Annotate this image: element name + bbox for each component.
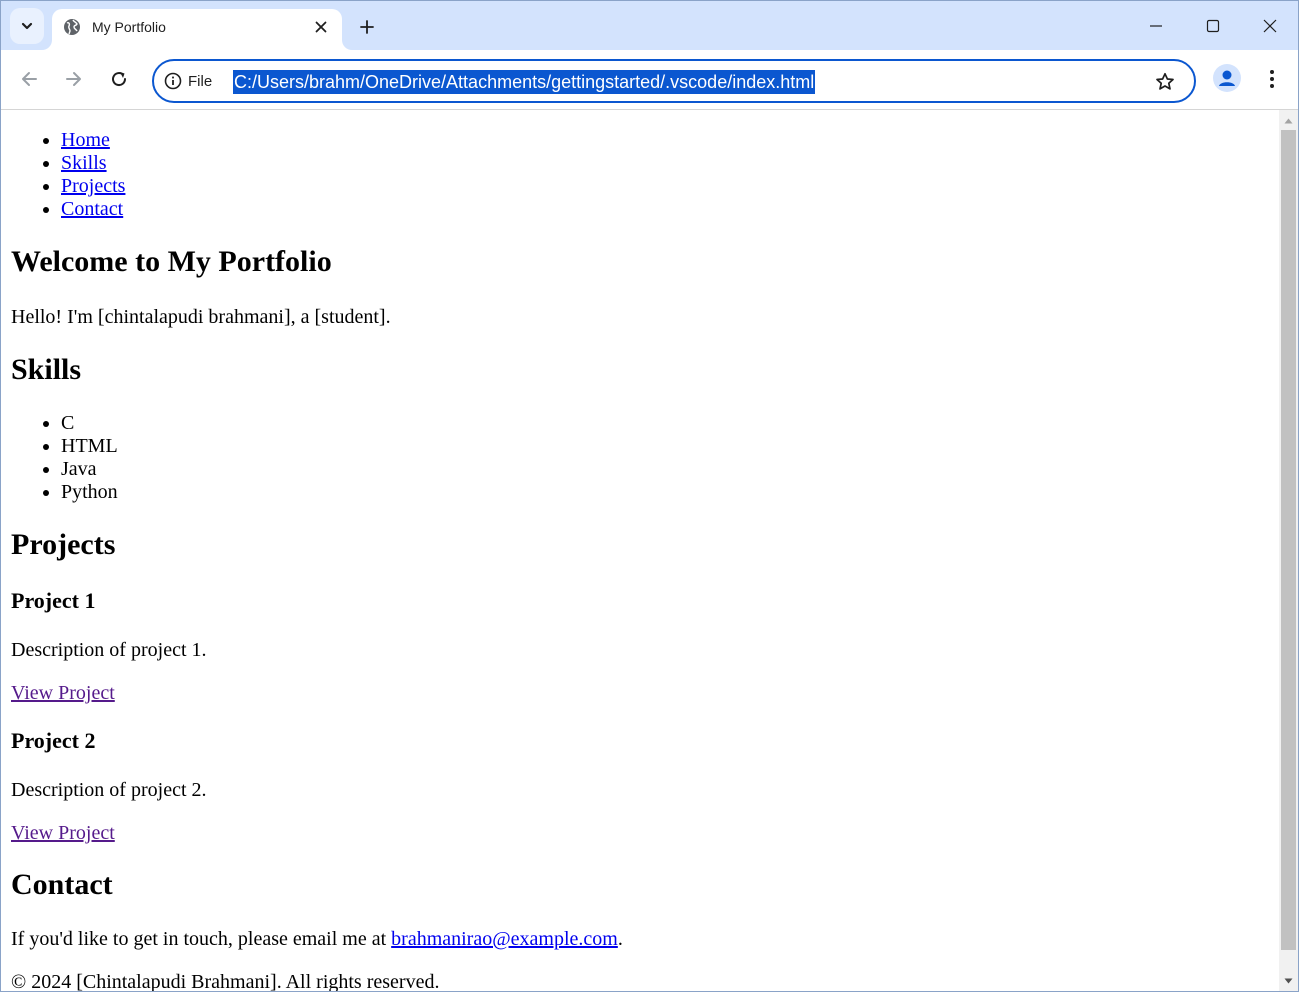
skills-heading: Skills <box>11 353 82 386</box>
nav-item: Skills <box>61 152 125 175</box>
scroll-down-button[interactable] <box>1279 972 1298 989</box>
intro-text: Hello! I'm [chintalapudi brahmani], a [s… <box>11 306 391 328</box>
address-bar[interactable]: File C:/Users/brahm/OneDrive/Attachments… <box>152 59 1196 103</box>
nav-link-skills[interactable]: Skills <box>61 152 107 174</box>
skill-item: HTML <box>61 435 118 458</box>
footer-text: © 2024 [Chintalapudi Brahmani]. All righ… <box>11 971 440 991</box>
maximize-button[interactable] <box>1193 7 1233 45</box>
reload-button[interactable] <box>104 64 134 94</box>
tab-search-icon <box>21 22 33 30</box>
profile-icon <box>1219 70 1235 86</box>
contact-suffix: . <box>617 928 623 950</box>
nav-link-home[interactable]: Home <box>61 129 110 151</box>
forward-arrow-icon <box>66 72 81 86</box>
skill-item: Python <box>61 481 118 504</box>
nav-link-contact[interactable]: Contact <box>61 198 123 220</box>
view-project-2-link[interactable]: View Project <box>11 822 115 844</box>
tab-strip: My Portfolio <box>1 1 1298 50</box>
nav-item: Home <box>61 129 125 152</box>
browser-toolbar: File C:/Users/brahm/OneDrive/Attachments… <box>1 50 1298 110</box>
email-link[interactable]: brahmanirao@example.com <box>391 928 618 950</box>
active-tab[interactable]: My Portfolio <box>52 9 342 50</box>
url-text[interactable]: C:/Users/brahm/OneDrive/Attachments/gett… <box>233 70 816 94</box>
globe-icon <box>64 19 80 35</box>
scroll-thumb[interactable] <box>1281 130 1296 950</box>
browser-menu-button[interactable] <box>1259 64 1285 94</box>
tab-search-button[interactable] <box>10 8 44 44</box>
window-close-button[interactable] <box>1250 7 1290 45</box>
star-icon <box>1156 72 1174 90</box>
minimize-button[interactable] <box>1136 7 1176 45</box>
plus-icon <box>360 20 374 34</box>
site-label: File <box>188 72 213 90</box>
new-tab-button[interactable] <box>353 13 381 41</box>
nav-link-projects[interactable]: Projects <box>61 175 125 197</box>
skills-list: C HTML Java Python <box>11 412 118 504</box>
scroll-down-icon <box>1284 978 1293 983</box>
more-vert-icon <box>1270 70 1274 88</box>
tab-title: My Portfolio <box>92 19 166 35</box>
project-1-description: Description of project 1. <box>11 639 207 661</box>
welcome-heading: Welcome to My Portfolio <box>11 245 332 278</box>
scroll-up-button[interactable] <box>1279 112 1298 129</box>
project-2-description: Description of project 2. <box>11 779 207 801</box>
project-1-title: Project 1 <box>11 588 96 613</box>
forward-button[interactable] <box>59 64 89 94</box>
contact-prefix: If you'd like to get in touch, please em… <box>11 928 392 950</box>
scroll-up-icon <box>1284 118 1293 123</box>
project-2-title: Project 2 <box>11 728 96 753</box>
tab-close-button[interactable] <box>310 16 332 38</box>
project-2-link-wrapper: View Project <box>11 822 115 845</box>
skill-item: Java <box>61 458 118 481</box>
nav-menu: Home Skills Projects Contact <box>11 129 125 221</box>
site-info-button[interactable]: File <box>164 71 212 91</box>
vertical-scrollbar[interactable] <box>1279 110 1298 991</box>
profile-button[interactable] <box>1213 64 1241 92</box>
projects-heading: Projects <box>11 528 116 561</box>
bookmark-button[interactable] <box>1154 71 1176 93</box>
contact-heading: Contact <box>11 868 113 901</box>
skill-item: C <box>61 412 118 435</box>
contact-text: If you'd like to get in touch, please em… <box>11 928 623 951</box>
maximize-icon <box>1206 19 1220 33</box>
project-1-link-wrapper: View Project <box>11 682 115 705</box>
browser-window: My Portfolio File C:/Users/brahm/OneDriv… <box>0 0 1299 992</box>
back-button[interactable] <box>14 64 44 94</box>
window-close-icon <box>1263 19 1277 33</box>
minimize-icon <box>1150 25 1162 27</box>
view-project-1-link[interactable]: View Project <box>11 682 115 704</box>
nav-item: Projects <box>61 175 125 198</box>
info-icon <box>164 72 182 90</box>
reload-icon <box>112 72 127 87</box>
close-icon <box>315 21 327 33</box>
nav-item: Contact <box>61 198 125 221</box>
back-arrow-icon <box>22 72 37 86</box>
page-viewport: Home Skills Projects Contact Welcome to … <box>1 110 1279 991</box>
